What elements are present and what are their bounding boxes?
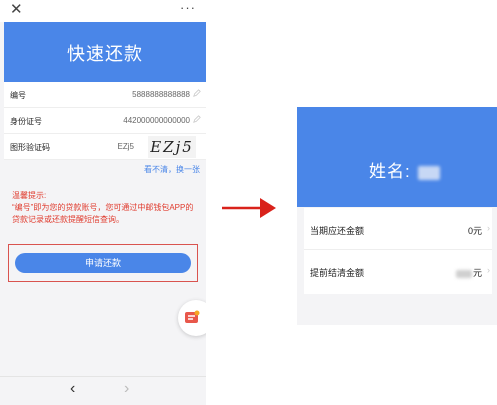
refresh-captcha-link[interactable]: 看不清，换一张	[4, 160, 206, 181]
captcha-label: 图形验证码	[10, 143, 50, 152]
right-arrow-icon	[222, 198, 276, 218]
current-due-row[interactable]: 当期应还金额 0元 ›	[304, 208, 492, 250]
captcha-image[interactable]: EZj5	[148, 136, 196, 158]
name-label: 姓名:	[369, 162, 411, 181]
top-bar: ✕ ···	[0, 0, 206, 22]
early-settle-unit: 元	[472, 268, 482, 278]
loan-number-row[interactable]: 编号 5888888888888	[4, 82, 206, 108]
left-phone-screen: ✕ ··· 快速还款 编号 5888888888888 身份证号 4420000…	[0, 0, 206, 405]
id-number-input[interactable]: 442000000000000	[123, 116, 190, 125]
loan-number-label: 编号	[10, 91, 26, 100]
edit-icon[interactable]	[193, 89, 201, 97]
loan-number-input[interactable]: 5888888888888	[132, 90, 190, 99]
early-settle-row[interactable]: 提前结清金额 元 ›	[304, 250, 492, 292]
close-icon[interactable]: ✕	[10, 1, 23, 19]
result-header-banner: 姓名:	[297, 107, 497, 207]
bottom-nav-bar: ‹ ›	[0, 376, 206, 405]
service-icon	[185, 310, 200, 323]
chevron-right-icon: ›	[487, 223, 490, 233]
highlight-box: 申请还款	[8, 244, 198, 282]
floating-service-button[interactable]	[178, 300, 206, 336]
current-due-label: 当期应还金额	[310, 226, 365, 236]
current-due-value: 0元	[467, 226, 482, 236]
page-title: 快速还款	[67, 44, 143, 64]
chevron-right-icon: ›	[487, 265, 490, 275]
edit-icon[interactable]	[193, 115, 201, 123]
id-number-row[interactable]: 身份证号 442000000000000	[4, 108, 206, 134]
repay-form: 编号 5888888888888 身份证号 442000000000000 图形…	[4, 82, 206, 181]
captcha-input[interactable]: EZj5	[118, 142, 134, 151]
masked-amount	[455, 269, 472, 278]
forward-arrow-icon[interactable]: ›	[124, 380, 129, 398]
amount-card: 当期应还金额 0元 › 提前结清金额 元 ›	[304, 208, 492, 294]
header-banner: 快速还款	[4, 22, 206, 82]
apply-repay-button[interactable]: 申请还款	[15, 253, 191, 273]
captcha-row[interactable]: 图形验证码 EZj5 EZj5	[4, 134, 206, 160]
masked-name	[418, 165, 441, 180]
id-number-label: 身份证号	[10, 117, 42, 126]
back-arrow-icon[interactable]: ‹	[70, 380, 75, 398]
early-settle-label: 提前结清金额	[310, 268, 365, 278]
tips-title: 温馨提示:	[12, 191, 47, 200]
customer-name: 姓名:	[369, 157, 441, 182]
more-icon[interactable]: ···	[180, 0, 196, 16]
tips-section: 温馨提示: “编号”即为您的贷款账号，您可通过中邮钱包APP的贷款记录或还款提醒…	[4, 190, 204, 226]
early-settle-value: 元	[455, 266, 482, 279]
right-phone-screen: 姓名: 当期应还金额 0元 › 提前结清金额 元 ›	[297, 107, 497, 325]
tips-body: “编号”即为您的贷款账号，您可通过中邮钱包APP的贷款记录或还款提醒短信查询。	[12, 203, 194, 224]
